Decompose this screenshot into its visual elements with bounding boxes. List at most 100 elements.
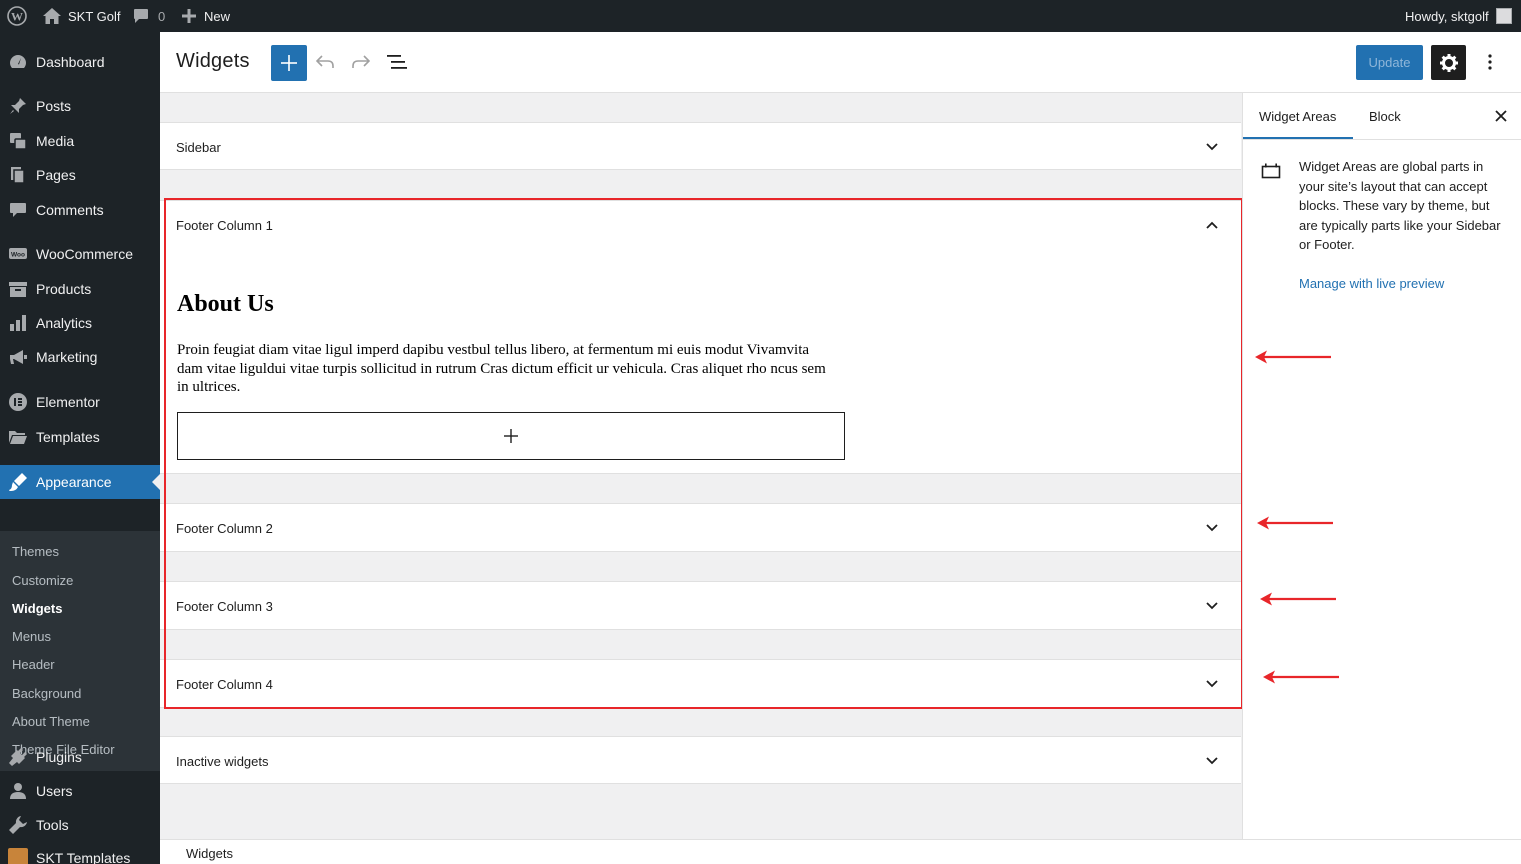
sidebar-item-products[interactable]: Products <box>0 272 160 306</box>
submenu-background[interactable]: Background <box>12 684 81 704</box>
chevron-down-icon[interactable] <box>1200 749 1224 773</box>
list-view-button[interactable] <box>385 50 409 74</box>
sidebar-item-skt-templates[interactable]: SKT Templates <box>0 841 160 864</box>
sidebar-item-label: Posts <box>36 98 72 114</box>
editor-footer: Widgets <box>160 839 1521 864</box>
howdy-text: Howdy, sktgolf <box>1405 8 1489 24</box>
sidebar-item-dashboard[interactable]: Dashboard <box>0 45 160 79</box>
plus-icon <box>281 55 297 71</box>
submenu-menus[interactable]: Menus <box>12 627 51 647</box>
footer-breadcrumb[interactable]: Widgets <box>186 846 233 861</box>
sidebar-item-posts[interactable]: Posts <box>0 89 160 123</box>
sidebar-item-templates[interactable]: Templates <box>0 420 160 454</box>
tab-label: Widget Areas <box>1259 108 1337 124</box>
block-default-icon <box>1259 159 1283 183</box>
svg-text:W: W <box>11 10 23 24</box>
add-block-button[interactable] <box>271 45 307 81</box>
more-options-button[interactable] <box>1478 50 1502 74</box>
undo-button[interactable] <box>313 50 337 74</box>
comments-count: 0 <box>158 8 166 24</box>
close-sidebar-button[interactable] <box>1491 106 1511 126</box>
widget-area-inactive-widgets: Inactive widgets <box>160 736 1241 784</box>
widget-area-title: Footer Column 2 <box>176 520 273 536</box>
site-name-link[interactable]: SKT Golf <box>43 0 121 32</box>
chevron-down-icon[interactable] <box>1200 135 1224 159</box>
megaphone-icon <box>8 347 28 367</box>
widget-area-toggle[interactable]: Footer Column 4 <box>160 660 1241 708</box>
sidebar-item-marketing[interactable]: Marketing <box>0 340 160 374</box>
account-menu[interactable]: Howdy, sktgolf <box>1405 0 1512 32</box>
manage-live-preview-link[interactable]: Manage with live preview <box>1299 276 1444 291</box>
new-content-link[interactable]: New <box>182 0 230 32</box>
sidebar-item-label: Templates <box>36 429 100 445</box>
sidebar-item-label: Elementor <box>36 394 100 410</box>
settings-button[interactable] <box>1431 45 1466 80</box>
tab-block[interactable]: Block <box>1369 93 1401 139</box>
tab-widget-areas[interactable]: Widget Areas <box>1259 93 1336 139</box>
annotation-arrow-icon <box>1255 350 1331 364</box>
home-icon <box>43 8 61 24</box>
submenu-customize[interactable]: Customize <box>12 571 73 591</box>
sidebar-item-users[interactable]: Users <box>0 774 160 808</box>
pin-icon <box>8 96 28 116</box>
block-appender-button[interactable] <box>177 412 845 460</box>
widget-area-footer-column-1: Footer Column 1 About Us Proin feugiat d… <box>160 200 1241 474</box>
chevron-down-icon[interactable] <box>1200 672 1224 696</box>
widget-area-toggle[interactable]: Footer Column 1 <box>160 201 1241 249</box>
redo-button[interactable] <box>349 50 373 74</box>
annotation-arrow-icon <box>1260 592 1336 606</box>
widget-area-sidebar: Sidebar <box>160 122 1241 170</box>
archive-icon <box>8 279 28 299</box>
sidebar-item-analytics[interactable]: Analytics <box>0 306 160 340</box>
redo-icon <box>352 55 370 69</box>
sidebar-item-label: WooCommerce <box>36 246 133 262</box>
user-icon <box>8 781 28 801</box>
new-label: New <box>204 8 231 24</box>
submenu-widgets[interactable]: Widgets <box>12 599 62 619</box>
submenu-themes[interactable]: Themes <box>12 542 59 562</box>
widget-area-title: Footer Column 3 <box>176 598 273 614</box>
sidebar-item-plugins[interactable]: Plugins <box>0 740 160 774</box>
plug-icon <box>8 747 28 767</box>
widget-area-toggle[interactable]: Footer Column 2 <box>160 504 1241 552</box>
undo-icon <box>316 55 334 69</box>
sidebar-item-appearance[interactable]: Appearance <box>0 465 160 499</box>
chevron-down-icon[interactable] <box>1200 516 1224 540</box>
sidebar-item-tools[interactable]: Tools <box>0 808 160 842</box>
sidebar-item-label: Users <box>36 783 73 799</box>
chevron-down-icon[interactable] <box>1200 594 1224 618</box>
plus-icon <box>504 429 518 443</box>
widget-area-footer-column-2: Footer Column 2 <box>160 503 1241 552</box>
sidebar-item-media[interactable]: Media <box>0 124 160 158</box>
submenu-header[interactable]: Header <box>12 655 55 675</box>
sidebar-item-label: Comments <box>36 202 104 218</box>
sidebar-item-label: Tools <box>36 817 69 833</box>
wordpress-logo-icon[interactable]: W <box>7 0 27 32</box>
widget-area-toggle[interactable]: Sidebar <box>160 123 1241 171</box>
comments-link[interactable]: 0 <box>133 0 165 32</box>
widget-area-toggle[interactable]: Inactive widgets <box>160 737 1241 785</box>
update-button[interactable]: Update <box>1356 45 1423 80</box>
sidebar-item-label: Dashboard <box>36 54 105 70</box>
pages-icon <box>8 165 28 185</box>
widget-area-toggle[interactable]: Footer Column 3 <box>160 582 1241 630</box>
sidebar-item-label: Media <box>36 133 75 149</box>
submenu-about-theme[interactable]: About Theme <box>12 712 90 732</box>
divider <box>1243 139 1521 140</box>
chevron-up-icon[interactable] <box>1200 213 1224 237</box>
widget-heading[interactable]: About Us <box>177 291 274 318</box>
dashboard-icon <box>8 52 28 72</box>
sidebar-item-pages[interactable]: Pages <box>0 158 160 192</box>
vertical-ellipsis-icon <box>1488 54 1492 70</box>
admin-bar: W SKT Golf 0 New Howdy, sktgolf <box>0 0 1521 32</box>
sidebar-item-label: Plugins <box>36 749 82 765</box>
site-name: SKT Golf <box>68 8 121 24</box>
folder-icon <box>8 427 28 447</box>
comment-bubble-icon <box>133 8 149 24</box>
widget-area-title: Inactive widgets <box>176 753 269 769</box>
woo-icon: Woo <box>8 244 28 264</box>
widget-paragraph[interactable]: Proin feugiat diam vitae ligul imperd da… <box>177 341 837 397</box>
sidebar-item-woocommerce[interactable]: Woo WooCommerce <box>0 237 160 271</box>
sidebar-item-comments[interactable]: Comments <box>0 193 160 227</box>
sidebar-item-elementor[interactable]: Elementor <box>0 385 160 419</box>
